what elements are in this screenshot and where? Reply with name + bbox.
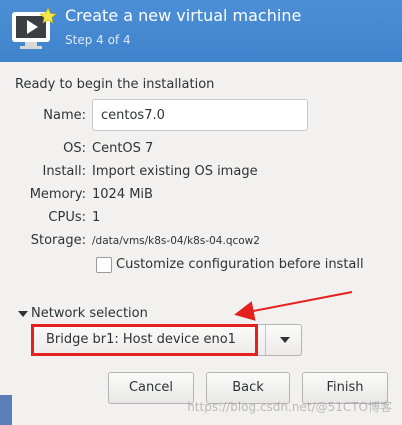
cancel-button[interactable]: Cancel [108, 372, 194, 404]
cpus-value: 1 [92, 210, 101, 225]
memory-label: Memory: [29, 187, 86, 202]
cpus-label: CPUs: [48, 210, 86, 225]
dialog-header: Create a new virtual machine Step 4 of 4 [0, 0, 402, 62]
chevron-down-icon [280, 337, 290, 343]
watermark-text: https://blog.csdn.net/@51CTO博客 [187, 400, 392, 414]
memory-value: 1024 MiB [92, 187, 153, 202]
customize-checkbox[interactable] [96, 257, 112, 273]
name-label: Name: [43, 108, 86, 123]
expander-triangle-icon[interactable] [18, 309, 28, 319]
customize-checkbox-label[interactable]: Customize configuration before install [116, 257, 364, 272]
install-label: Install: [42, 164, 86, 179]
install-value: Import existing OS image [92, 164, 258, 179]
background-window-edge [0, 395, 12, 425]
storage-value: /data/vms/k8s-04/k8s-04.qcow2 [92, 235, 260, 247]
virtual-machine-icon [12, 8, 57, 49]
dialog-title: Create a new virtual machine [65, 6, 302, 25]
annotation-highlight-box [31, 324, 258, 356]
storage-label: Storage: [30, 233, 86, 248]
os-value: CentOS 7 [92, 141, 154, 156]
name-input[interactable] [92, 99, 308, 131]
os-label: OS: [63, 141, 86, 156]
dialog-content: Ready to begin the installation Name: OS… [0, 62, 402, 425]
dropdown-separator [265, 325, 266, 355]
intro-text: Ready to begin the installation [15, 77, 215, 92]
network-selection-expander[interactable]: Network selection [31, 306, 148, 321]
step-indicator: Step 4 of 4 [65, 33, 131, 47]
